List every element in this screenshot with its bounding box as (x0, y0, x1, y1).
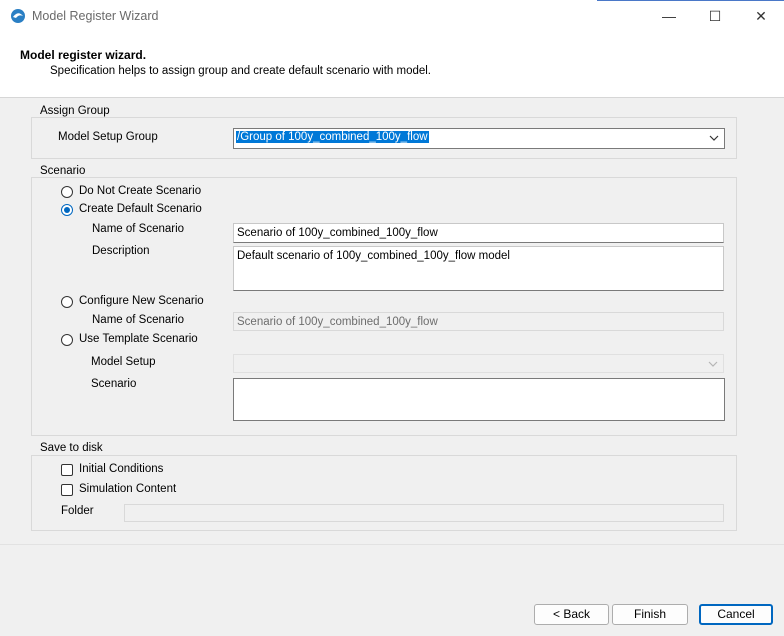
scenario-legend: Scenario (39, 165, 87, 177)
template-scenario-label: Scenario (91, 378, 137, 390)
save-to-disk-legend: Save to disk (39, 442, 104, 454)
chevron-down-icon (708, 361, 718, 367)
configure-new-label[interactable]: Configure New Scenario (79, 295, 204, 307)
app-logo-icon (11, 9, 25, 23)
assign-group-legend: Assign Group (39, 105, 111, 117)
default-name-input[interactable]: Scenario of 100y_combined_100y_flow (233, 223, 724, 243)
back-button[interactable]: < Back (534, 604, 609, 625)
do-not-create-radio[interactable] (61, 186, 73, 198)
use-template-label[interactable]: Use Template Scenario (79, 333, 198, 345)
model-setup-label: Model Setup (91, 356, 156, 368)
description-textarea[interactable]: Default scenario of 100y_combined_100y_f… (233, 246, 724, 291)
new-name-input[interactable]: Scenario of 100y_combined_100y_flow (233, 312, 724, 331)
initial-conditions-checkbox[interactable] (61, 464, 73, 476)
simulation-content-checkbox[interactable] (61, 484, 73, 496)
footer-divider (0, 544, 784, 545)
initial-conditions-label[interactable]: Initial Conditions (79, 463, 163, 475)
window-title: Model Register Wizard (32, 9, 159, 23)
model-setup-combobox[interactable] (233, 354, 724, 373)
header-title: Model register wizard. (20, 48, 147, 62)
new-name-label: Name of Scenario (92, 314, 185, 326)
use-template-radio[interactable] (61, 334, 73, 346)
close-button[interactable]: ✕ (738, 0, 784, 32)
model-setup-group-combobox[interactable]: /Group of 100y_combined_100y_flow (233, 128, 725, 149)
model-setup-group-value: /Group of 100y_combined_100y_flow (236, 131, 429, 143)
description-label: Description (92, 245, 150, 257)
chevron-down-icon (709, 135, 719, 141)
header-subtitle: Specification helps to assign group and … (50, 65, 432, 77)
simulation-content-label[interactable]: Simulation Content (79, 483, 176, 495)
create-default-label[interactable]: Create Default Scenario (79, 203, 202, 215)
model-setup-group-label: Model Setup Group (58, 131, 158, 143)
configure-new-radio[interactable] (61, 296, 73, 308)
maximize-button[interactable]: ☐ (692, 0, 738, 32)
create-default-radio[interactable] (61, 204, 73, 216)
default-name-label: Name of Scenario (92, 223, 185, 235)
minimize-button[interactable]: — (646, 0, 692, 32)
template-scenario-list[interactable] (233, 378, 725, 421)
do-not-create-label[interactable]: Do Not Create Scenario (79, 185, 201, 197)
folder-input[interactable] (124, 504, 724, 522)
folder-label: Folder (61, 505, 94, 517)
finish-button[interactable]: Finish (612, 604, 688, 625)
cancel-button[interactable]: Cancel (699, 604, 773, 625)
